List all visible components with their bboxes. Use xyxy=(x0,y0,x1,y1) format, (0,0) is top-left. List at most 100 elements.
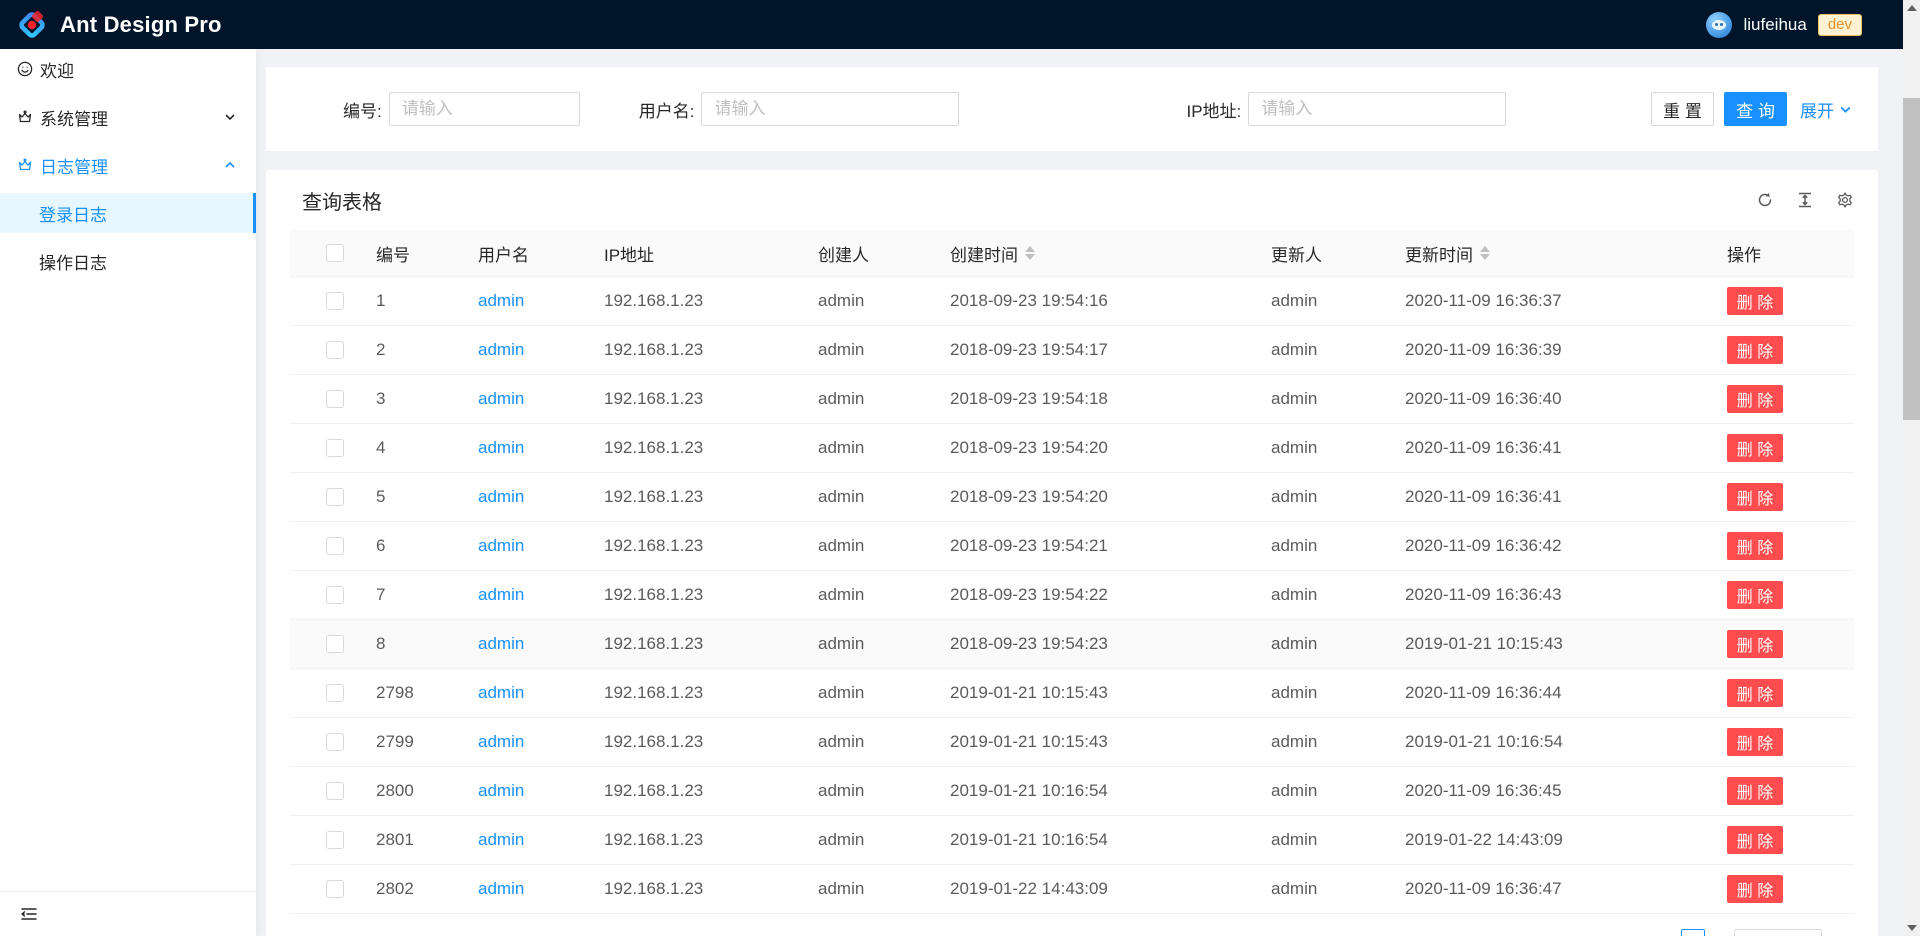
sort-carets-icon[interactable] xyxy=(1025,246,1035,260)
sort-carets-icon[interactable] xyxy=(1480,246,1490,260)
row-checkbox[interactable] xyxy=(326,488,344,506)
delete-button[interactable]: 删 除 xyxy=(1727,336,1783,364)
username-link[interactable]: admin xyxy=(478,683,524,703)
ip-input[interactable] xyxy=(1248,92,1506,126)
username-link[interactable]: admin xyxy=(478,585,524,605)
row-checkbox[interactable] xyxy=(326,635,344,653)
select-all-checkbox[interactable] xyxy=(326,244,344,262)
cell-ip: 192.168.1.23 xyxy=(588,683,802,703)
scroll-up-arrow-icon[interactable] xyxy=(1907,5,1917,11)
delete-button[interactable]: 删 除 xyxy=(1727,532,1783,560)
menu-fold-icon[interactable] xyxy=(20,905,38,923)
username-link[interactable]: admin xyxy=(478,340,524,360)
column-header-updated[interactable]: 更新时间 xyxy=(1389,241,1711,266)
header-user-area[interactable]: liufeihua dev xyxy=(1706,12,1862,38)
cell-creator: admin xyxy=(802,487,934,507)
username-link[interactable]: admin xyxy=(478,487,524,507)
column-header-created[interactable]: 创建时间 xyxy=(934,241,1255,266)
cell-actions: 删 除 xyxy=(1711,581,1854,609)
cell-id: 2798 xyxy=(360,683,462,703)
query-button[interactable]: 查 询 xyxy=(1724,92,1787,126)
sidebar-item-operation-log[interactable]: 操作日志 xyxy=(0,241,256,281)
row-checkbox[interactable] xyxy=(326,439,344,457)
cell-id: 5 xyxy=(360,487,462,507)
column-header-username: 用户名 xyxy=(462,241,588,266)
sidebar-item-label: 操作日志 xyxy=(39,249,107,274)
sidebar-item-login-log[interactable]: 登录日志 xyxy=(0,193,256,233)
row-checkbox[interactable] xyxy=(326,880,344,898)
username-link[interactable]: admin xyxy=(478,830,524,850)
delete-button[interactable]: 删 除 xyxy=(1727,581,1783,609)
sidebar-item-welcome[interactable]: 欢迎 xyxy=(0,49,256,89)
delete-button[interactable]: 删 除 xyxy=(1727,777,1783,805)
expand-link[interactable]: 展开 xyxy=(1800,97,1852,122)
scroll-down-arrow-icon[interactable] xyxy=(1907,925,1917,931)
row-checkbox[interactable] xyxy=(326,292,344,310)
scrollbar-thumb[interactable] xyxy=(1903,98,1920,420)
column-label: 更新时间 xyxy=(1405,241,1473,266)
username-link[interactable]: admin xyxy=(478,291,524,311)
row-checkbox[interactable] xyxy=(326,684,344,702)
cell-username: admin xyxy=(462,487,588,507)
row-checkbox[interactable] xyxy=(326,537,344,555)
ip-field-label: IP地址: xyxy=(1186,97,1241,122)
settings-gear-icon[interactable] xyxy=(1836,191,1854,209)
table-row: 2800admin192.168.1.23admin2019-01-21 10:… xyxy=(290,767,1854,816)
username-link[interactable]: admin xyxy=(478,879,524,899)
delete-button[interactable]: 删 除 xyxy=(1727,630,1783,658)
delete-button[interactable]: 删 除 xyxy=(1727,385,1783,413)
delete-button[interactable]: 删 除 xyxy=(1727,728,1783,756)
cell-username: admin xyxy=(462,438,588,458)
cell-created-time: 2019-01-22 14:43:09 xyxy=(934,879,1255,899)
id-input[interactable] xyxy=(389,92,580,126)
delete-button[interactable]: 删 除 xyxy=(1727,287,1783,315)
table-body: 1admin192.168.1.23admin2018-09-23 19:54:… xyxy=(290,277,1854,914)
cell-updated-time: 2020-11-09 16:36:41 xyxy=(1389,487,1711,507)
row-checkbox[interactable] xyxy=(326,341,344,359)
cell-created-time: 2018-09-23 19:54:20 xyxy=(934,487,1255,507)
column-label: 操作 xyxy=(1727,241,1761,266)
row-checkbox[interactable] xyxy=(326,390,344,408)
row-checkbox[interactable] xyxy=(326,831,344,849)
cell-actions: 删 除 xyxy=(1711,434,1854,462)
sidebar-item-system-mgmt[interactable]: 系统管理 xyxy=(0,97,256,137)
cell-creator: admin xyxy=(802,879,934,899)
username-link[interactable]: admin xyxy=(478,536,524,556)
row-select-cell xyxy=(290,733,360,751)
user-avatar[interactable] xyxy=(1706,12,1732,38)
vertical-scrollbar[interactable] xyxy=(1903,0,1920,936)
username-input[interactable] xyxy=(701,92,959,126)
reload-icon[interactable] xyxy=(1756,191,1774,209)
username-link[interactable]: admin xyxy=(478,781,524,801)
column-height-icon[interactable] xyxy=(1796,191,1814,209)
delete-button[interactable]: 删 除 xyxy=(1727,875,1783,903)
logo[interactable]: Ant Design Pro xyxy=(16,9,222,41)
username-link[interactable]: admin xyxy=(478,732,524,752)
cell-ip: 192.168.1.23 xyxy=(588,634,802,654)
table-row: 2798admin192.168.1.23admin2019-01-21 10:… xyxy=(290,669,1854,718)
table-row: 7admin192.168.1.23admin2018-09-23 19:54:… xyxy=(290,571,1854,620)
pagination-page-1-button[interactable] xyxy=(1681,929,1705,936)
search-form-card: 编号: 用户名: IP地址: 重 置 查 询 展开 xyxy=(266,67,1878,151)
delete-button[interactable]: 删 除 xyxy=(1727,434,1783,462)
cell-updater: admin xyxy=(1255,291,1389,311)
user-name: liufeihua xyxy=(1743,15,1806,35)
username-link[interactable]: admin xyxy=(478,634,524,654)
env-badge: dev xyxy=(1818,14,1862,36)
sidebar-item-log-mgmt[interactable]: 日志管理 xyxy=(0,145,256,185)
cell-created-time: 2018-09-23 19:54:16 xyxy=(934,291,1255,311)
cell-updater: admin xyxy=(1255,781,1389,801)
username-link[interactable]: admin xyxy=(478,438,524,458)
search-form-actions: 重 置 查 询 展开 xyxy=(1651,92,1852,126)
column-label: 创建人 xyxy=(818,241,869,266)
delete-button[interactable]: 删 除 xyxy=(1727,679,1783,707)
row-checkbox[interactable] xyxy=(326,586,344,604)
delete-button[interactable]: 删 除 xyxy=(1727,826,1783,854)
delete-button[interactable]: 删 除 xyxy=(1727,483,1783,511)
reset-button[interactable]: 重 置 xyxy=(1651,92,1714,126)
row-checkbox[interactable] xyxy=(326,733,344,751)
username-link[interactable]: admin xyxy=(478,389,524,409)
cell-updated-time: 2020-11-09 16:36:40 xyxy=(1389,389,1711,409)
page-size-select[interactable] xyxy=(1734,929,1822,936)
row-checkbox[interactable] xyxy=(326,782,344,800)
